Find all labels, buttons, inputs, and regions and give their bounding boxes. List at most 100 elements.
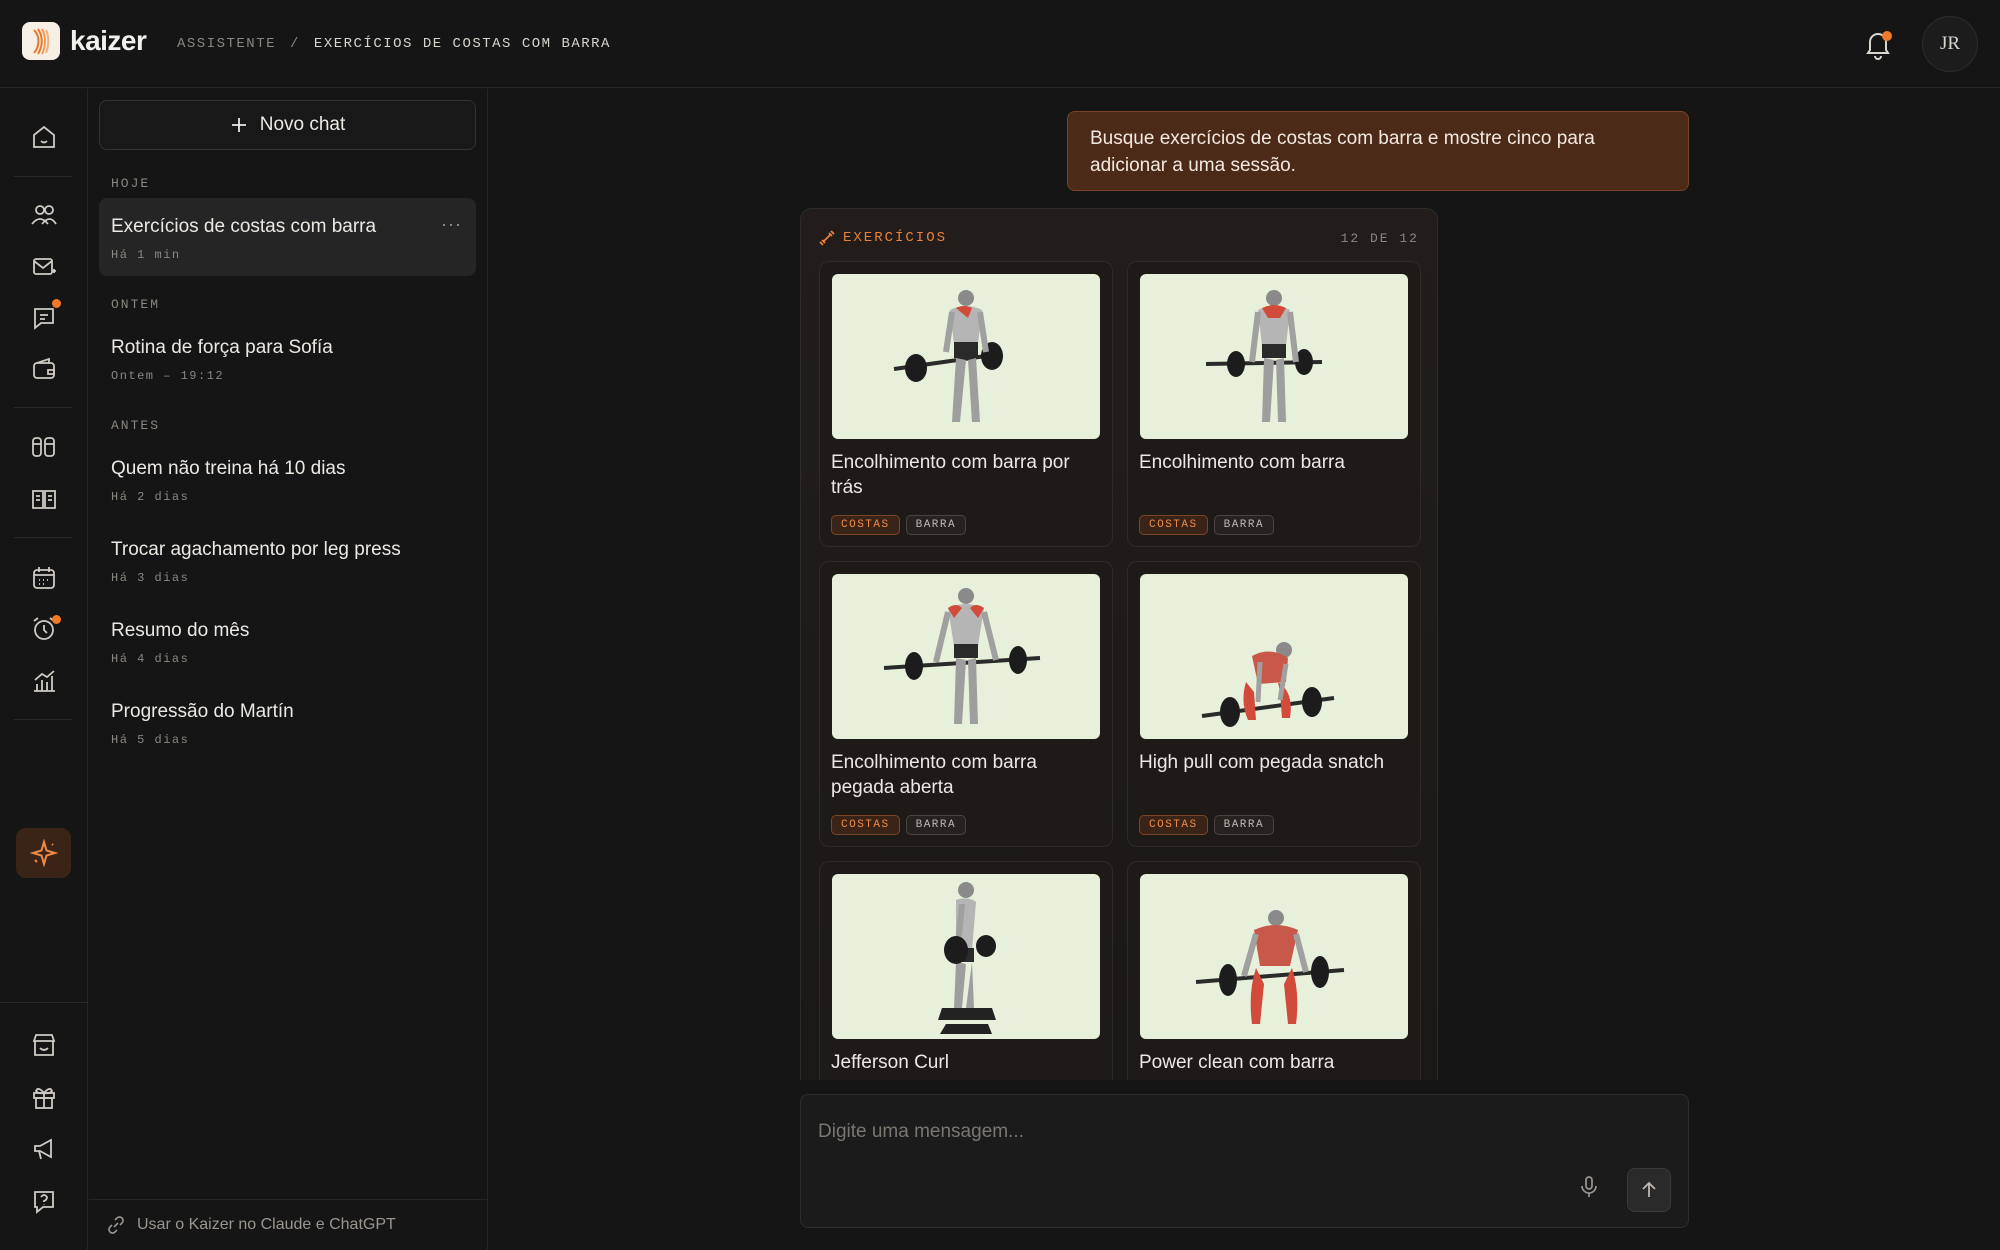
chat-item-time: Há 4 dias [111, 652, 190, 666]
gift-icon[interactable] [26, 1079, 62, 1115]
exercise-tags: COSTAS BARRA [831, 515, 967, 535]
exercise-title: Encolhimento com barra por trás [831, 452, 1070, 498]
integration-link[interactable]: Usar o Kaizer no Claude e ChatGPT [89, 1199, 487, 1250]
alarm-badge [52, 615, 61, 624]
section-today: HOJE [111, 176, 151, 191]
exercise-tags: COSTAS BARRA [1139, 815, 1275, 835]
exercise-card[interactable]: Jefferson Curl [819, 861, 1113, 1080]
user-message-bubble: Busque exercícios de costas com barra e … [1067, 111, 1689, 191]
rail-divider [0, 1002, 88, 1003]
rail-divider [14, 719, 72, 720]
chat-item-title: Resumo do mês [111, 620, 250, 641]
section-before: ANTES [111, 418, 161, 433]
chat-item-time: Há 1 min [111, 248, 181, 262]
tag-muscle: COSTAS [1139, 815, 1208, 835]
send-button[interactable] [1627, 1168, 1671, 1212]
exercise-title: Power clean com barra [1139, 1052, 1335, 1073]
exercise-illustration [1140, 874, 1408, 1039]
microphone-icon[interactable] [1579, 1175, 1599, 1199]
chat-item-title: Trocar agachamento por leg press [111, 539, 401, 560]
message-composer[interactable]: Digite uma mensagem... [800, 1094, 1689, 1228]
analytics-icon[interactable] [26, 663, 62, 699]
panel-label: EXERCÍCIOS [843, 230, 948, 246]
breadcrumb-separator: / [290, 36, 300, 52]
exercise-title: Encolhimento com barra pegada aberta [831, 752, 1037, 798]
section-yesterday: ONTEM [111, 297, 161, 312]
exercise-title: High pull com pegada snatch [1139, 752, 1385, 773]
rail-divider [14, 407, 72, 408]
exercise-card[interactable]: High pull com pegada snatch COSTAS BARRA [1127, 561, 1421, 847]
breadcrumb: ASSISTENTE / EXERCÍCIOS DE COSTAS COM BA… [177, 36, 611, 52]
exercise-illustration [1140, 574, 1408, 739]
more-options-icon[interactable]: ··· [441, 214, 462, 235]
chat-item-title: Quem não treina há 10 dias [111, 458, 346, 479]
tag-muscle: COSTAS [1139, 515, 1208, 535]
user-avatar[interactable]: JR [1922, 16, 1978, 72]
top-bar: kaizer ASSISTENTE / EXERCÍCIOS DE COSTAS… [0, 0, 2000, 88]
exercise-card[interactable]: Encolhimento com barra COSTAS BARRA [1127, 261, 1421, 547]
new-chat-button[interactable]: Novo chat [99, 100, 476, 150]
wallet-icon[interactable] [26, 351, 62, 387]
exercise-illustration [832, 274, 1100, 439]
chat-item[interactable]: Rotina de força para Sofía Ontem – 19:12 [99, 319, 476, 397]
book-icon[interactable] [26, 481, 62, 517]
tag-equipment: BARRA [905, 815, 967, 835]
rail-divider [14, 537, 72, 538]
arrow-up-icon [1641, 1181, 1657, 1199]
new-chat-label: Novo chat [259, 114, 346, 135]
exercise-illustration [832, 574, 1100, 739]
message-input[interactable]: Digite uma mensagem... [818, 1121, 1024, 1143]
dumbbell-icon [819, 230, 835, 246]
tag-equipment: BARRA [905, 515, 967, 535]
chat-item-time: Há 3 dias [111, 571, 190, 585]
home-icon[interactable] [26, 119, 62, 155]
notification-badge [1882, 31, 1892, 41]
calendar-icon[interactable] [26, 560, 62, 596]
exercises-result-panel: EXERCÍCIOS 12 DE 12 Encolhimento com bar… [800, 208, 1438, 1080]
tag-muscle: COSTAS [831, 815, 900, 835]
kaizer-logo-icon[interactable] [22, 22, 60, 60]
clients-icon[interactable] [26, 197, 62, 233]
chat-item[interactable]: Progressão do Martín Há 5 dias [99, 683, 476, 761]
exercise-card[interactable]: Power clean com barra [1127, 861, 1421, 1080]
link-icon [107, 1216, 125, 1234]
tag-equipment: BARRA [1213, 515, 1275, 535]
sparkle-assistant-icon[interactable] [26, 835, 62, 871]
chat-item-title: Progressão do Martín [111, 701, 294, 722]
chat-item-time: Há 2 dias [111, 490, 190, 504]
exercise-card[interactable]: Encolhimento com barra pegada aberta COS… [819, 561, 1113, 847]
panel-header: EXERCÍCIOS [819, 230, 947, 246]
exercise-card[interactable]: Encolhimento com barra por trás COSTAS B… [819, 261, 1113, 547]
rail-divider [14, 176, 72, 177]
exercise-tags: COSTAS BARRA [1139, 515, 1275, 535]
app-name[interactable]: kaizer [70, 25, 147, 57]
exercise-illustration [1140, 274, 1408, 439]
chat-item-title: Rotina de força para Sofía [111, 337, 333, 358]
exercise-title: Jefferson Curl [831, 1052, 949, 1073]
library-icon[interactable] [26, 429, 62, 465]
panel-count: 12 DE 12 [1340, 231, 1419, 246]
chat-item[interactable]: Resumo do mês Há 4 dias [99, 602, 476, 680]
exercise-illustration [832, 874, 1100, 1039]
chat-item[interactable]: Trocar agachamento por leg press Há 3 di… [99, 521, 476, 599]
chat-history-sidebar: Novo chat HOJE Exercícios de costas com … [89, 89, 488, 1250]
chat-item-time: Ontem – 19:12 [111, 369, 225, 383]
integration-link-label: Usar o Kaizer no Claude e ChatGPT [137, 1216, 396, 1233]
tag-equipment: BARRA [1213, 815, 1275, 835]
chat-item-time: Há 5 dias [111, 733, 190, 747]
breadcrumb-root[interactable]: ASSISTENTE [177, 36, 276, 52]
megaphone-icon[interactable] [26, 1131, 62, 1167]
plus-icon [230, 116, 248, 134]
icon-rail [0, 89, 88, 1250]
help-icon[interactable] [26, 1183, 62, 1219]
exercise-title: Encolhimento com barra [1139, 452, 1345, 473]
tag-muscle: COSTAS [831, 515, 900, 535]
chat-item[interactable]: Quem não treina há 10 dias Há 2 dias [99, 440, 476, 518]
exercise-tags: COSTAS BARRA [831, 815, 967, 835]
mail-add-icon[interactable] [26, 249, 62, 285]
breadcrumb-current: EXERCÍCIOS DE COSTAS COM BARRA [313, 36, 611, 52]
messages-badge [52, 299, 61, 308]
chat-item[interactable]: Exercícios de costas com barra Há 1 min … [99, 198, 476, 276]
store-icon[interactable] [26, 1027, 62, 1063]
chat-item-title: Exercícios de costas com barra [111, 216, 377, 237]
